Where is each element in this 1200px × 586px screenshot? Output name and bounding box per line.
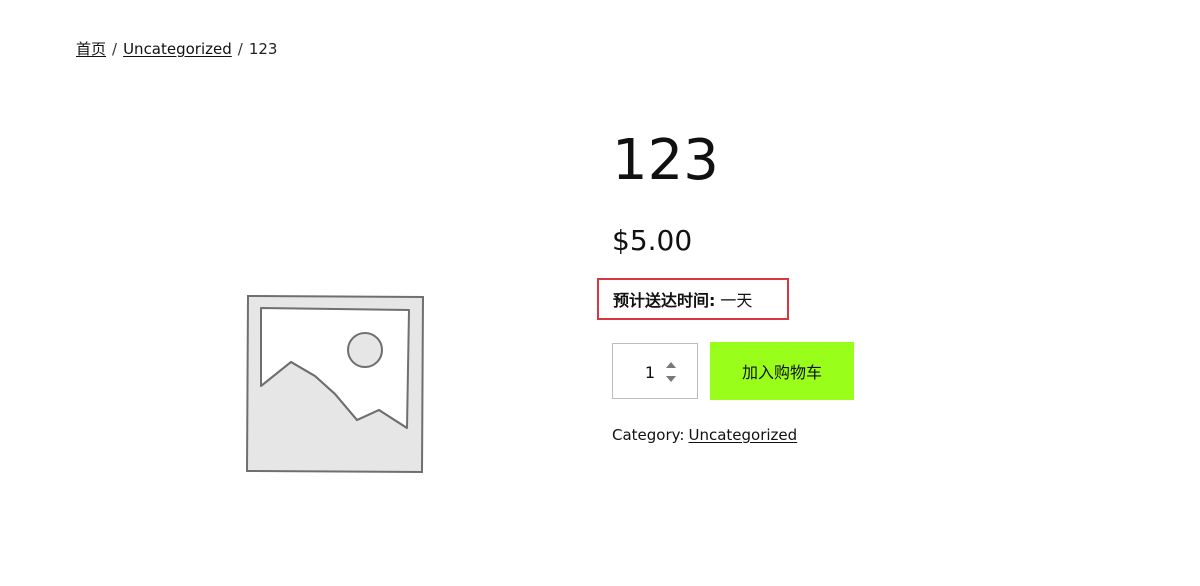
product-summary: 123 $5.00 预计送达时间: 一天 加入购物车 Category:Unca… (597, 126, 1172, 444)
quantity-stepper (612, 343, 698, 400)
image-placeholder-icon (243, 292, 427, 476)
category-link[interactable]: Uncategorized (688, 426, 797, 444)
product-price: $5.00 (612, 224, 693, 257)
quantity-spinner[interactable] (665, 362, 677, 382)
delivery-estimate: 预计送达时间: 一天 (597, 278, 789, 320)
product-meta: Category: Uncategorized (612, 426, 797, 444)
category-label: Category: (612, 426, 685, 444)
breadcrumb: 首页 / Uncategorized / 123 (76, 38, 277, 59)
breadcrumb-separator: / (237, 40, 243, 58)
product-page: 首页 / Uncategorized / 123 123 $5.00 预计送达时间: 一… (0, 0, 1200, 586)
increment-arrow-icon[interactable] (666, 362, 676, 368)
product-title: 123 (612, 128, 719, 193)
breadcrumb-home-link[interactable]: 首页 (76, 40, 106, 58)
breadcrumb-separator: / (112, 40, 118, 58)
delivery-value: 一天 (720, 291, 753, 310)
breadcrumb-current: 123 (248, 40, 278, 58)
add-to-cart-button[interactable]: 加入购物车 (710, 342, 854, 400)
breadcrumb-category-link[interactable]: Uncategorized (123, 40, 232, 58)
add-to-cart-form: 加入购物车 (612, 342, 854, 400)
decrement-arrow-icon[interactable] (666, 376, 676, 382)
image-placeholder-svg (245, 294, 425, 474)
delivery-label: 预计送达时间: (613, 291, 716, 310)
